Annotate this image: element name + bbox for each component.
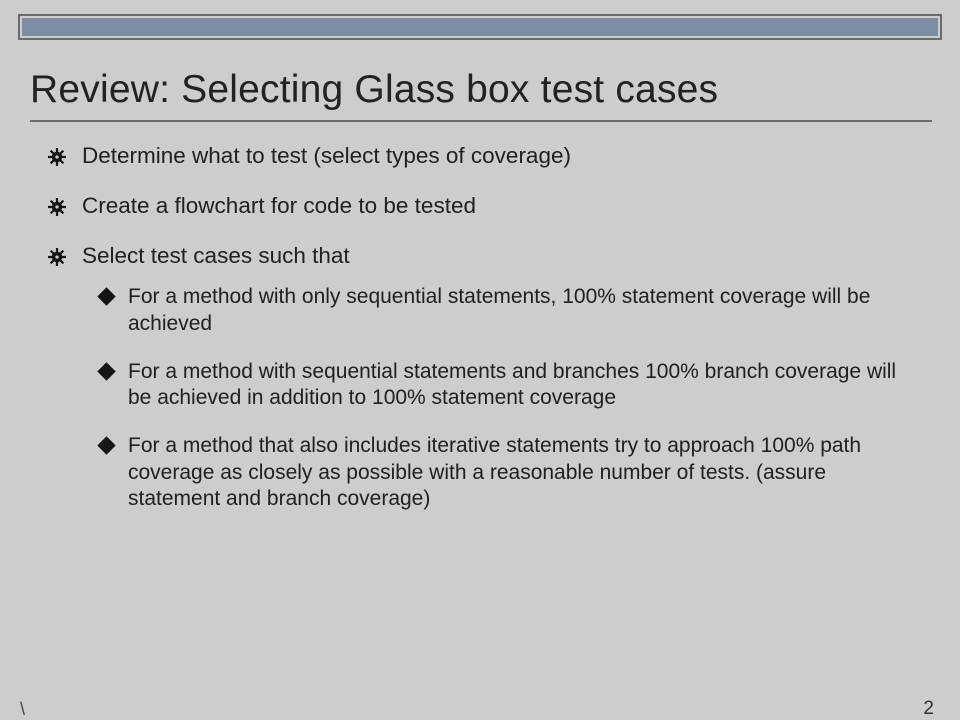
- bullet-item: Select test cases such that: [48, 242, 920, 270]
- bullet-text: Determine what to test (select types of …: [82, 142, 920, 170]
- page-number: 2: [923, 698, 934, 720]
- diamond-icon: [98, 284, 128, 337]
- sub-bullet-item: For a method with only sequential statem…: [98, 284, 920, 337]
- diamond-icon: [98, 359, 128, 412]
- slide-body: Determine what to test (select types of …: [48, 142, 920, 512]
- sub-bullet-text: For a method that also includes iterativ…: [128, 433, 920, 512]
- title-container: Review: Selecting Glass box test cases: [30, 68, 932, 112]
- bullet-text: Create a flowchart for code to be tested: [82, 192, 920, 220]
- sub-bullet-item: For a method with sequential statements …: [98, 359, 920, 412]
- gear-icon: [48, 242, 82, 270]
- sub-bullet-text: For a method with sequential statements …: [128, 359, 920, 412]
- sub-bullet-group: For a method with only sequential statem…: [98, 284, 920, 512]
- footer-left-mark: \: [20, 699, 25, 720]
- gear-icon: [48, 192, 82, 220]
- gear-icon: [48, 142, 82, 170]
- diamond-icon: [98, 433, 128, 512]
- header-bar-fill: [22, 18, 938, 36]
- header-bar: [18, 14, 942, 40]
- sub-bullet-text: For a method with only sequential statem…: [128, 284, 920, 337]
- bullet-item: Determine what to test (select types of …: [48, 142, 920, 170]
- title-underline: [30, 120, 932, 122]
- slide-title: Review: Selecting Glass box test cases: [30, 68, 932, 112]
- sub-bullet-item: For a method that also includes iterativ…: [98, 433, 920, 512]
- bullet-text: Select test cases such that: [82, 242, 920, 270]
- bullet-item: Create a flowchart for code to be tested: [48, 192, 920, 220]
